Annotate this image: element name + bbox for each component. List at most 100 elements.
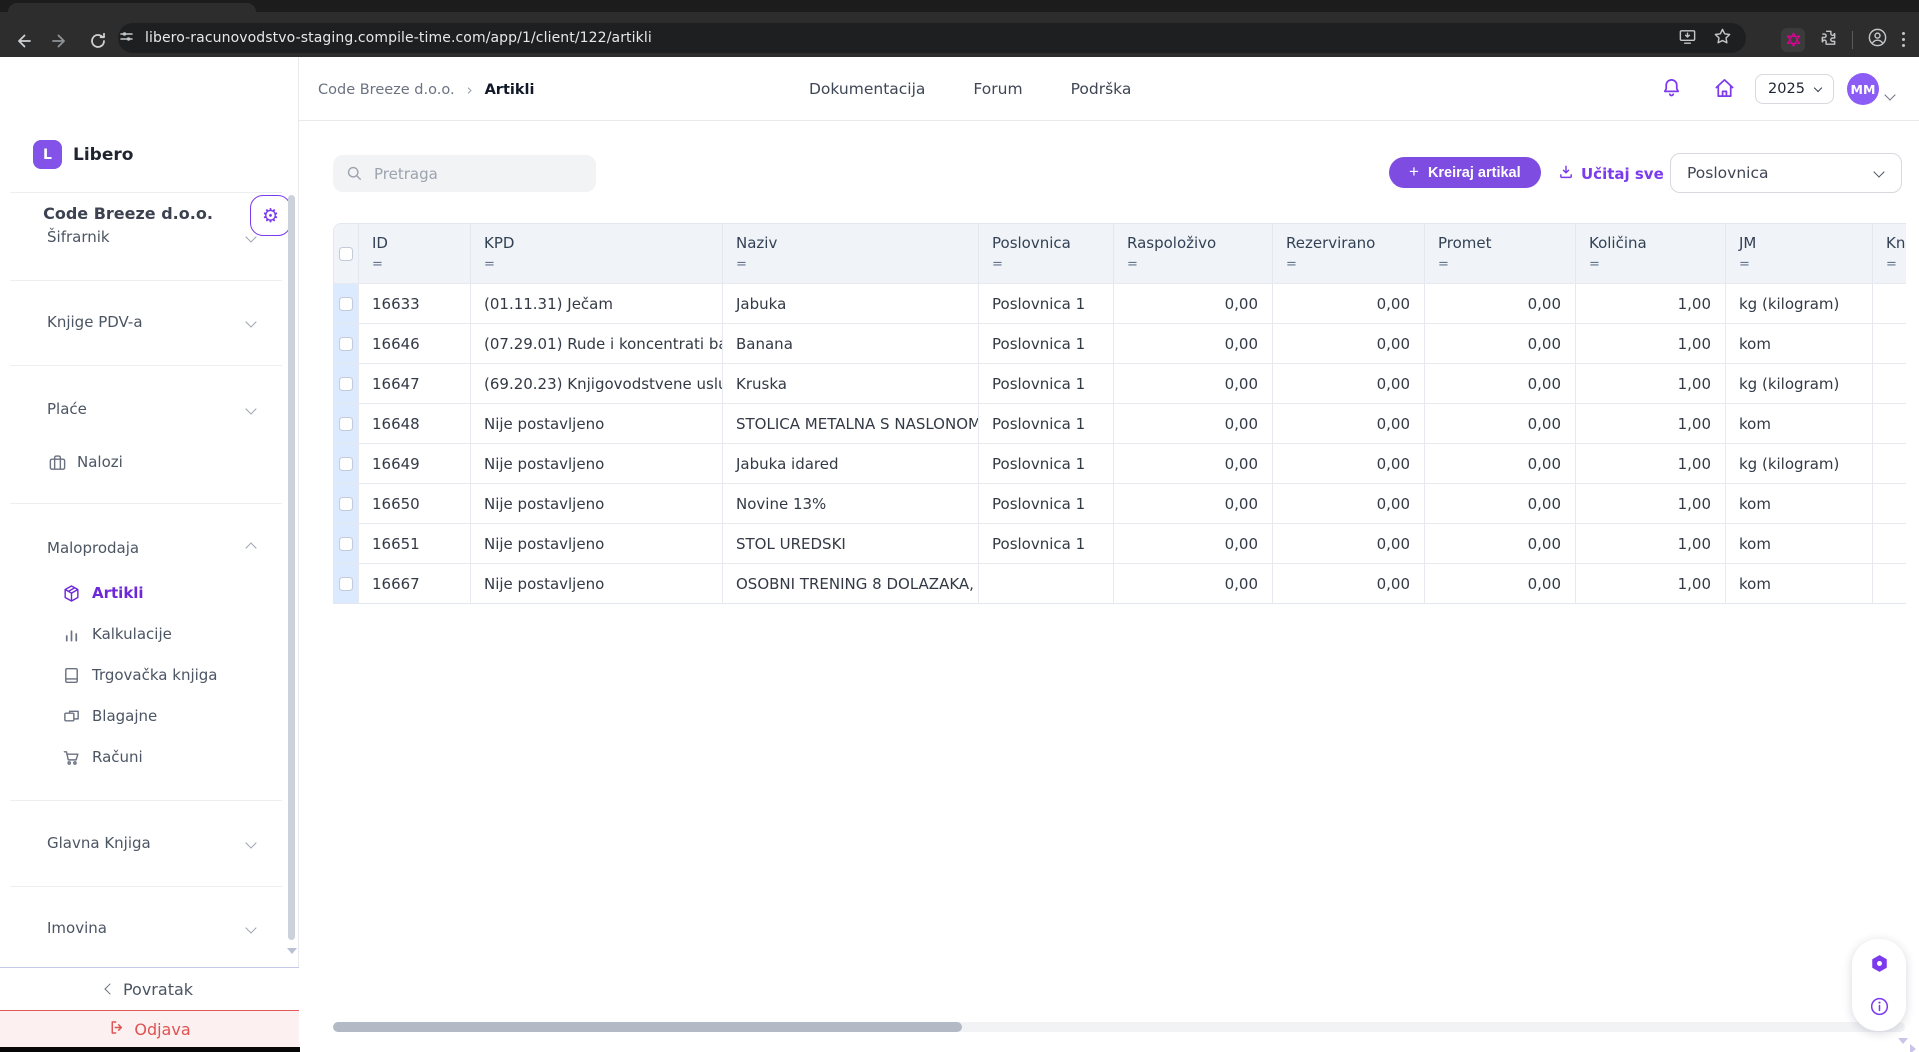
home-icon[interactable]	[1713, 77, 1736, 100]
select-all-checkbox[interactable]	[339, 247, 353, 261]
search-box[interactable]	[333, 155, 596, 192]
search-icon	[346, 165, 363, 182]
sidebar-group-knjige-pdva[interactable]: Knjige PDV-a	[0, 305, 299, 339]
table-row[interactable]: 16633 (01.11.31) Ječam Jabuka Poslovnica…	[334, 283, 1906, 323]
filter-operator[interactable]: =	[992, 257, 1113, 272]
cell-jm: kg (kilogram)	[1726, 444, 1873, 483]
nav-podrska[interactable]: Podrška	[1071, 80, 1132, 98]
table-row[interactable]: 16649 Nije postavljeno Jabuka idared Pos…	[334, 443, 1906, 483]
cell-rezervirano: 0,00	[1273, 484, 1425, 523]
column-header-kn[interactable]: Kn=	[1873, 224, 1906, 283]
cell-kn	[1873, 444, 1906, 483]
settings-hex-icon[interactable]	[1869, 953, 1890, 974]
breadcrumb-root[interactable]: Code Breeze d.o.o.	[318, 82, 455, 98]
cell-promet: 0,00	[1425, 444, 1576, 483]
bookmark-star-icon[interactable]	[1713, 27, 1732, 50]
column-header-promet[interactable]: Promet=	[1425, 224, 1576, 283]
column-header-rezervirano[interactable]: Rezervirano=	[1273, 224, 1425, 283]
load-all-button[interactable]: Učitaj sve	[1558, 164, 1664, 184]
sidebar-group-imovina[interactable]: Imovina	[0, 911, 299, 945]
back-button[interactable]: Povratak	[0, 967, 299, 1010]
row-checkbox[interactable]	[339, 537, 353, 551]
url-text[interactable]: libero-racunovodstvo-staging.compile-tim…	[145, 30, 652, 46]
sidebar-item-artikli[interactable]: Artikli	[0, 576, 299, 610]
notifications-bell-icon[interactable]	[1660, 77, 1683, 100]
filter-operator[interactable]: =	[1589, 257, 1725, 272]
chrome-menu-icon[interactable]	[1902, 32, 1905, 47]
browser-forward-icon[interactable]	[50, 31, 70, 51]
info-icon[interactable]	[1869, 996, 1890, 1017]
filter-operator[interactable]: =	[1286, 257, 1424, 272]
create-article-button[interactable]: + Kreiraj artikal	[1389, 157, 1541, 188]
column-header-kpd[interactable]: KPD=	[471, 224, 723, 283]
filter-operator[interactable]: =	[484, 257, 722, 272]
row-checkbox[interactable]	[339, 577, 353, 591]
browser-chrome: libero-racunovodstvo-staging.compile-tim…	[0, 0, 1919, 57]
browser-back-icon[interactable]	[13, 31, 33, 51]
table-row[interactable]: 16646 (07.29.01) Rude i koncentrati bakr…	[334, 323, 1906, 363]
filter-operator[interactable]: =	[1438, 257, 1575, 272]
filter-operator[interactable]: =	[1886, 257, 1906, 272]
filter-operator[interactable]: =	[372, 257, 470, 272]
cell-jm: kg (kilogram)	[1726, 284, 1873, 323]
column-header-raspolozivo[interactable]: Raspoloživo=	[1114, 224, 1273, 283]
search-input[interactable]	[374, 165, 574, 183]
nav-forum[interactable]: Forum	[973, 80, 1022, 98]
sidebar-item-nalozi[interactable]: Nalozi	[0, 445, 299, 479]
sidebar-item-kalkulacije[interactable]: Kalkulacije	[0, 617, 299, 651]
install-app-icon[interactable]	[1678, 27, 1697, 50]
graphql-extension-icon[interactable]	[1781, 28, 1805, 52]
sidebar-item-trgovacka-knjiga[interactable]: Trgovačka knjiga	[0, 658, 299, 692]
sidebar-group-glavna-knjiga[interactable]: Glavna Knjiga	[0, 826, 299, 860]
table-row[interactable]: 16648 Nije postavljeno STOLICA METALNA S…	[334, 403, 1906, 443]
column-header-jm[interactable]: JM=	[1726, 224, 1873, 283]
column-header-kolicina[interactable]: Količina=	[1576, 224, 1726, 283]
row-checkbox[interactable]	[339, 377, 353, 391]
site-settings-tune-icon[interactable]	[118, 28, 135, 49]
sidebar-item-blagajne[interactable]: Blagajne	[0, 699, 299, 733]
browser-tab[interactable]	[8, 3, 256, 12]
cell-poslovnica: Poslovnica 1	[979, 524, 1114, 563]
filter-operator[interactable]: =	[1739, 257, 1872, 272]
table-row[interactable]: 16651 Nije postavljeno STOL UREDSKI Posl…	[334, 523, 1906, 563]
browser-reload-icon[interactable]	[88, 31, 108, 51]
cell-promet: 0,00	[1425, 324, 1576, 363]
nav-dokumentacija[interactable]: Dokumentacija	[809, 80, 925, 98]
filter-operator[interactable]: =	[736, 257, 978, 272]
avatar[interactable]: MM	[1847, 73, 1879, 105]
row-checkbox[interactable]	[339, 337, 353, 351]
column-header-poslovnica[interactable]: Poslovnica=	[979, 224, 1114, 283]
sidebar-item-racuni[interactable]: Računi	[0, 740, 299, 774]
sidebar-scroll-arrow-icon[interactable]	[287, 948, 297, 954]
sidebar-group-sifrarnik[interactable]: Šifrarnik	[0, 220, 299, 254]
logout-button[interactable]: Odjava	[0, 1010, 299, 1047]
extensions-puzzle-icon[interactable]	[1819, 28, 1838, 51]
table-row[interactable]: 16647 (69.20.23) Knjigovodstvene usluge …	[334, 363, 1906, 403]
branch-select[interactable]: Poslovnica	[1670, 153, 1902, 193]
filter-operator[interactable]: =	[1127, 257, 1272, 272]
row-checkbox[interactable]	[339, 297, 353, 311]
table-row[interactable]: 16667 Nije postavljeno OSOBNI TRENING 8 …	[334, 563, 1906, 603]
year-select[interactable]: 2025	[1755, 74, 1834, 104]
chevron-down-icon	[245, 837, 256, 848]
row-checkbox[interactable]	[339, 417, 353, 431]
row-checkbox[interactable]	[339, 457, 353, 471]
sidebar-scrollbar[interactable]	[288, 195, 295, 940]
avatar-menu-chevron[interactable]	[1886, 84, 1894, 103]
sidebar-group-place[interactable]: Plaće	[0, 392, 299, 426]
column-header-naziv[interactable]: Naziv=	[723, 224, 979, 283]
chevron-down-icon	[245, 316, 256, 327]
table-horizontal-scrollbar-thumb[interactable]	[333, 1022, 962, 1032]
table-row[interactable]: 16650 Nije postavljeno Novine 13% Poslov…	[334, 483, 1906, 523]
cell-raspolozivo: 0,00	[1114, 524, 1273, 563]
cell-kolicina: 1,00	[1576, 524, 1726, 563]
cash-register-icon	[62, 707, 81, 726]
row-select-cell	[334, 404, 359, 443]
screen: libero-racunovodstvo-staging.compile-tim…	[0, 0, 1919, 1052]
column-header-id[interactable]: ID=	[359, 224, 471, 283]
profile-icon[interactable]	[1867, 27, 1888, 52]
address-bar[interactable]: libero-racunovodstvo-staging.compile-tim…	[118, 23, 1746, 53]
sidebar-group-maloprodaja[interactable]: Maloprodaja	[0, 531, 299, 565]
row-checkbox[interactable]	[339, 497, 353, 511]
row-select-cell	[334, 284, 359, 323]
